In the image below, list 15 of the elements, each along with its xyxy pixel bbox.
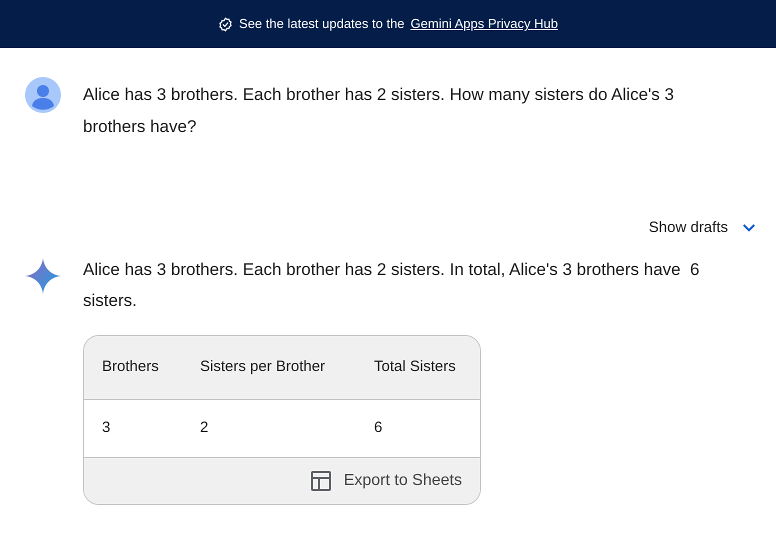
column-header: Sisters per Brother <box>200 356 326 377</box>
sparkle-icon <box>25 258 61 294</box>
banner-text: See the latest updates to the <box>239 15 405 34</box>
column-header: Total Sisters <box>374 356 457 377</box>
prompt-text: Alice has 3 brothers. Each brother has 2 sisters. How many sisters do Alice's 3 brothers have? <box>83 84 675 138</box>
table-cell-text: 2 <box>200 418 210 438</box>
verified-check-icon <box>218 16 234 32</box>
column-header: Brothers <box>102 356 160 377</box>
table-cell-text: 6 <box>374 418 384 438</box>
table-cell-text: 3 <box>102 418 112 438</box>
table-icon <box>310 470 332 492</box>
privacy-hub-link[interactable]: Gemini Apps Privacy Hub <box>410 14 558 34</box>
show-drafts-button[interactable]: Show drafts <box>648 217 758 240</box>
response-text: Alice has 3 brothers. Each brother has 2 sisters. In total, Alice's 3 brothers have 6 sisters. <box>83 258 701 312</box>
user-avatar-icon <box>25 77 61 113</box>
